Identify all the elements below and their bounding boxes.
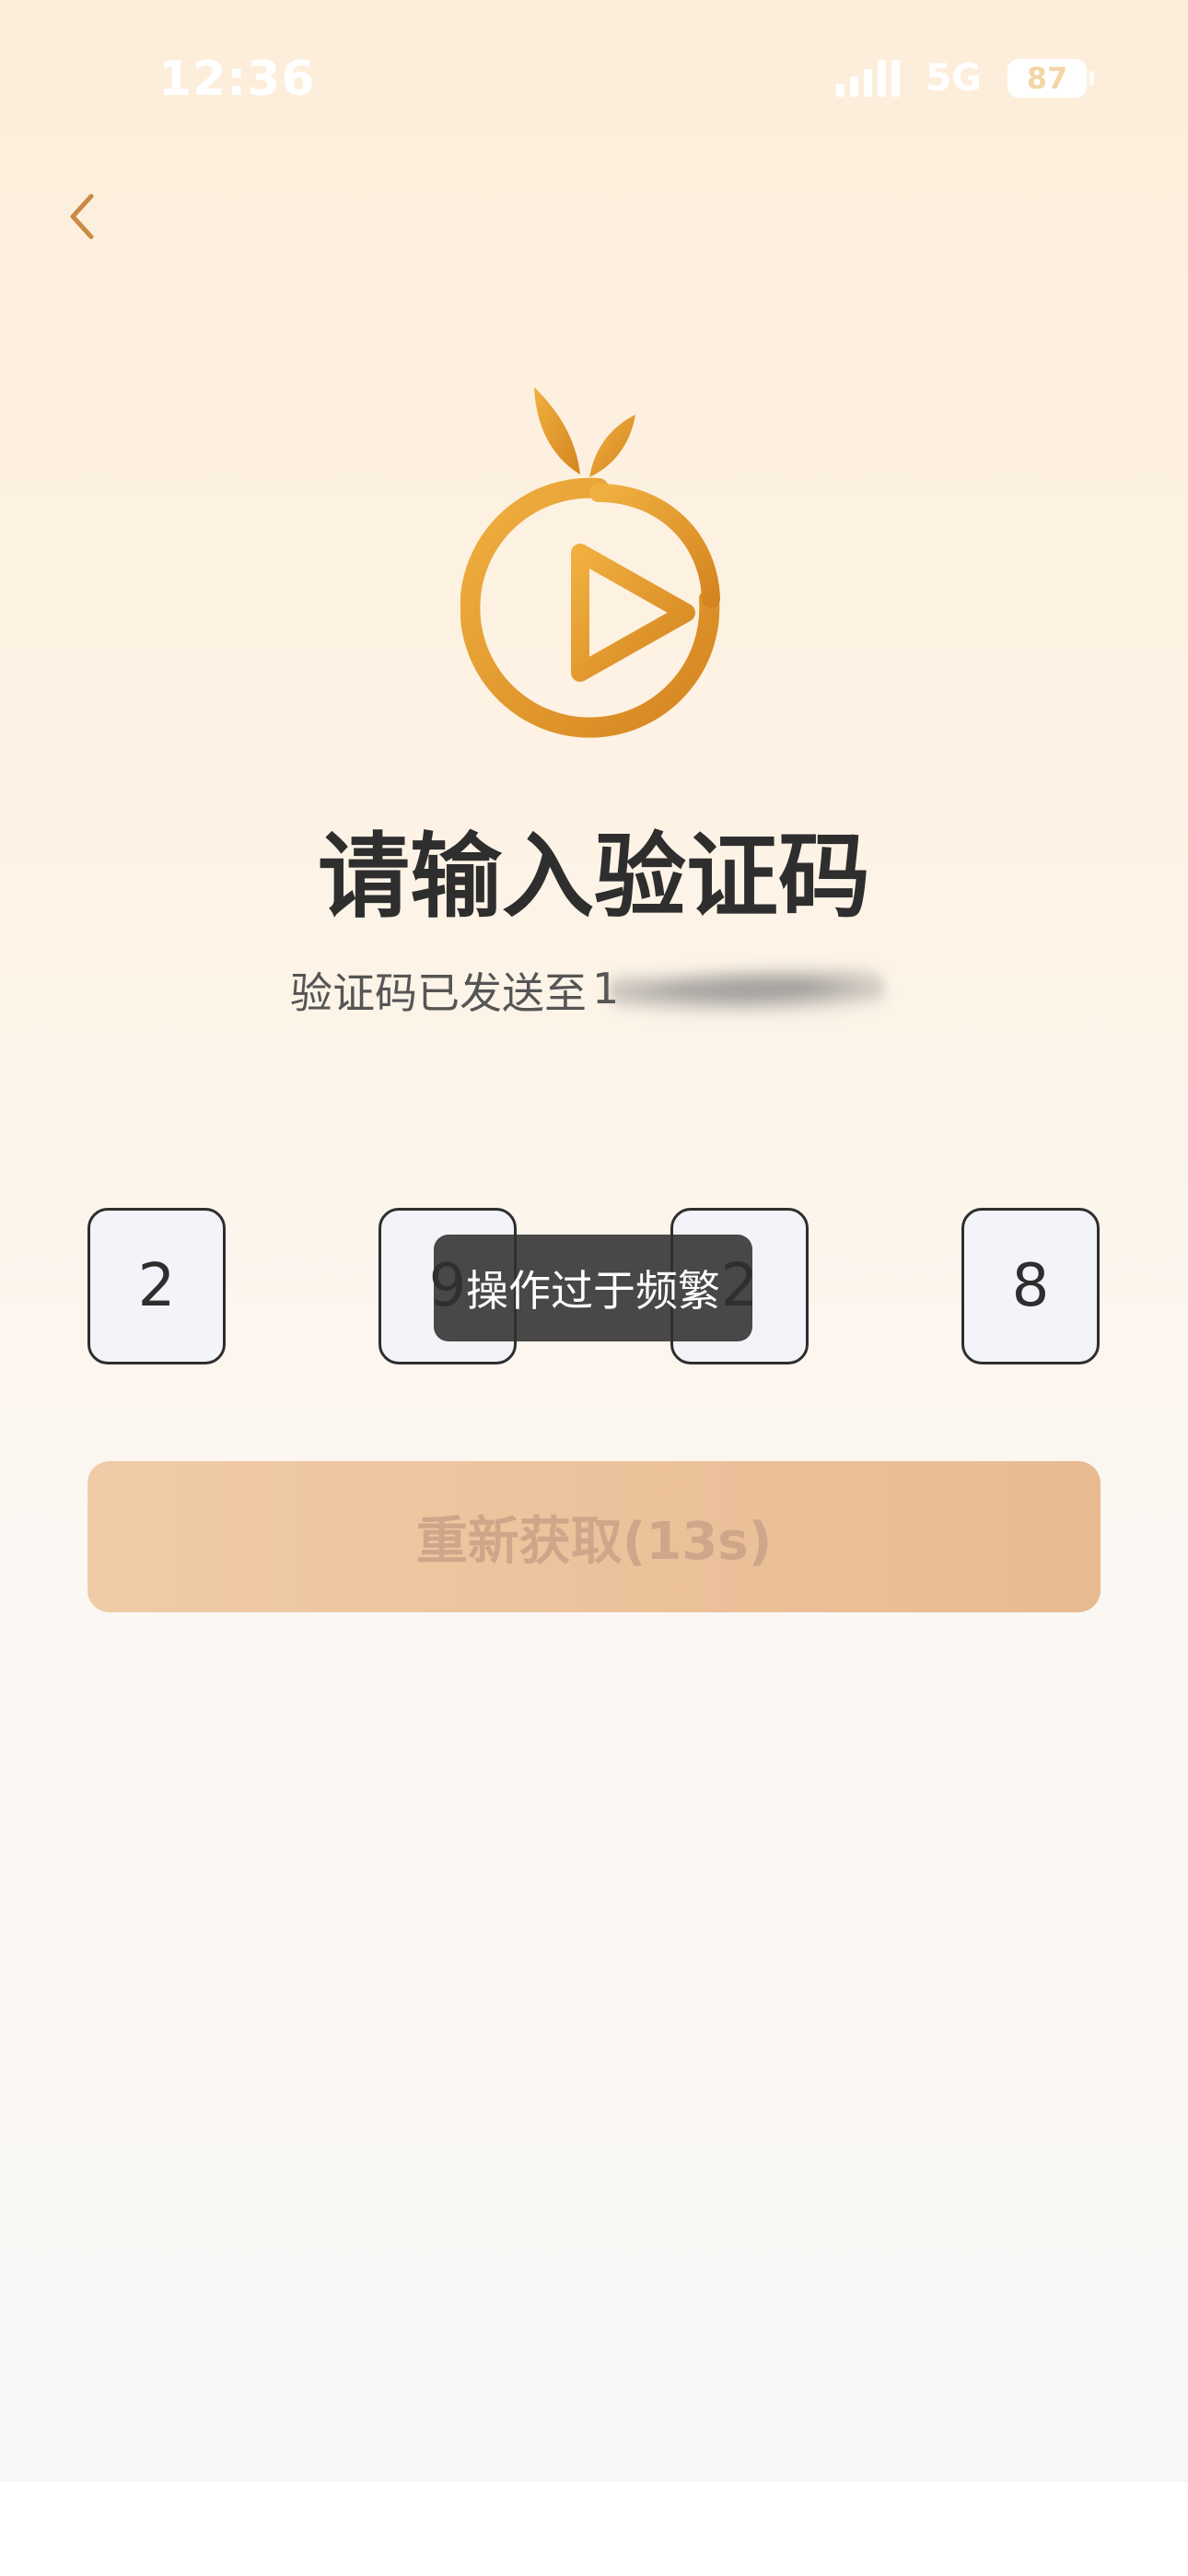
code-digit-box-4[interactable]: 8 (961, 1208, 1100, 1364)
battery-icon: 87 (1007, 59, 1094, 98)
code-digit-box-1[interactable]: 2 (87, 1208, 226, 1364)
bottom-area (0, 2482, 1188, 2576)
page-title: 请输入验证码 (318, 823, 870, 931)
masked-phone-number: 1 (592, 958, 887, 1023)
status-time: 12:36 (158, 52, 316, 107)
chevron-left-icon (70, 193, 94, 240)
status-indicators: 5G 87 (836, 57, 1094, 100)
battery-level: 87 (1026, 61, 1068, 96)
network-label: 5G (926, 57, 982, 100)
subtitle-text: 验证码已发送至 (290, 968, 587, 1018)
sent-to-subtitle: 验证码已发送至 1 (290, 958, 887, 1023)
phone-blur-mask (609, 966, 885, 1017)
resend-code-button[interactable]: 重新获取(13s) (87, 1461, 1101, 1612)
orange-play-logo (460, 387, 720, 738)
signal-icon (836, 60, 901, 97)
back-button[interactable] (50, 184, 114, 249)
toast-message: 操作过于频繁 (434, 1235, 752, 1341)
